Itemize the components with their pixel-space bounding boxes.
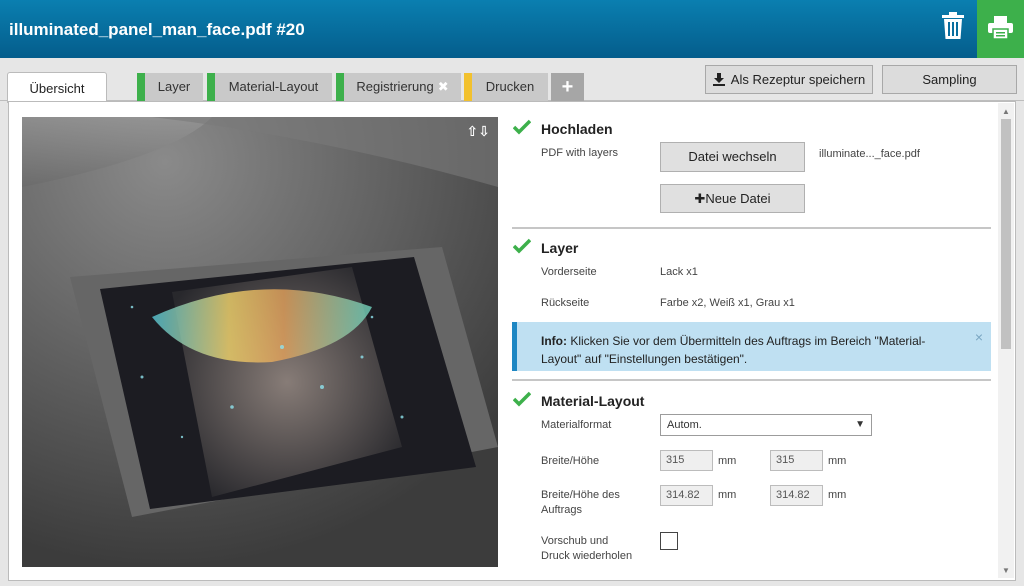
tab-print-label: Drucken bbox=[485, 79, 535, 94]
check-icon bbox=[513, 119, 531, 135]
tab-registration[interactable]: Registrierung ✖ bbox=[336, 73, 461, 101]
job-width-unit: mm bbox=[718, 489, 737, 501]
job-width-input[interactable]: 314.82 bbox=[660, 485, 713, 506]
section-divider bbox=[512, 227, 991, 229]
back-value: Farbe x2, Weiß x1, Grau x1 bbox=[660, 297, 795, 309]
repeat-label-line2: Druck wiederholen bbox=[541, 550, 633, 562]
info-bold: Info: bbox=[541, 334, 567, 348]
job-height-unit: mm bbox=[828, 489, 847, 501]
front-label: Vorderseite bbox=[541, 266, 597, 278]
info-text: Info: Klicken Sie vor dem Übermitteln de… bbox=[541, 332, 961, 368]
close-icon[interactable]: × bbox=[975, 329, 983, 345]
tab-registration-label: Registrierung bbox=[356, 79, 434, 94]
info-message: Klicken Sie vor dem Übermitteln des Auft… bbox=[541, 334, 926, 366]
width-height-label: Breite/Höhe bbox=[541, 455, 600, 467]
plus-icon: ✚ bbox=[694, 191, 706, 206]
job-size-label-line1: Breite/Höhe des bbox=[541, 489, 620, 501]
preview-canvas[interactable]: ⇧⇩ bbox=[22, 117, 498, 567]
preview-3d-scene bbox=[22, 117, 498, 567]
front-value: Lack x1 bbox=[660, 266, 698, 278]
download-icon bbox=[712, 73, 725, 86]
height-input[interactable]: 315 bbox=[770, 450, 823, 471]
scroll-up-icon[interactable]: ▲ bbox=[1002, 107, 1010, 116]
back-label: Rückseite bbox=[541, 297, 590, 309]
tab-layer[interactable]: Layer bbox=[137, 73, 203, 101]
new-file-button[interactable]: ✚Neue Datei bbox=[660, 184, 805, 213]
trash-icon[interactable] bbox=[941, 12, 965, 40]
section-divider bbox=[512, 379, 991, 381]
width-input[interactable]: 315 bbox=[660, 450, 713, 471]
tab-print[interactable]: Drucken bbox=[464, 73, 548, 101]
check-icon bbox=[513, 391, 531, 407]
scroll-down-icon[interactable]: ▼ bbox=[1002, 566, 1010, 575]
job-size-label: Breite/Höhe des Auftrags bbox=[541, 488, 620, 518]
save-recipe-label: Als Rezeptur speichern bbox=[730, 72, 866, 87]
format-value: Autom. bbox=[667, 419, 702, 431]
upload-label: PDF with layers bbox=[541, 147, 619, 159]
printer-icon bbox=[988, 16, 1013, 39]
height-unit: mm bbox=[828, 455, 847, 467]
repeat-checkbox[interactable] bbox=[660, 532, 678, 550]
app-header: illuminated_panel_man_face.pdf #20 bbox=[0, 0, 1024, 58]
upload-section-title: Hochladen bbox=[541, 121, 613, 137]
width-unit: mm bbox=[718, 455, 737, 467]
format-label: Materialformat bbox=[541, 419, 612, 431]
close-icon[interactable]: ✖ bbox=[438, 79, 449, 94]
tab-material-layout[interactable]: Material-Layout bbox=[207, 73, 332, 101]
tab-overview[interactable]: Übersicht bbox=[7, 72, 107, 103]
add-tab-button[interactable]: + bbox=[551, 73, 584, 101]
repeat-label: Vorschub und Druck wiederholen bbox=[541, 534, 632, 564]
tab-material-layout-label: Material-Layout bbox=[228, 79, 319, 94]
rotate-arrows-icon[interactable]: ⇧⇩ bbox=[467, 123, 490, 140]
chevron-down-icon: ▼ bbox=[855, 419, 865, 430]
info-banner: Info: Klicken Sie vor dem Übermitteln de… bbox=[512, 322, 991, 371]
print-button[interactable] bbox=[977, 0, 1024, 58]
document-title: illuminated_panel_man_face.pdf #20 bbox=[9, 20, 305, 39]
check-icon bbox=[513, 238, 531, 254]
change-file-button[interactable]: Datei wechseln bbox=[660, 142, 805, 172]
material-section-title: Material-Layout bbox=[541, 393, 645, 409]
repeat-label-line1: Vorschub und bbox=[541, 535, 609, 547]
material-format-select[interactable]: Autom. ▼ bbox=[660, 414, 872, 436]
file-name: illuminate..._face.pdf bbox=[819, 148, 920, 160]
save-recipe-button[interactable]: Als Rezeptur speichern bbox=[705, 65, 873, 94]
layer-section-title: Layer bbox=[541, 240, 579, 256]
sampling-button[interactable]: Sampling bbox=[882, 65, 1017, 94]
tab-layer-label: Layer bbox=[157, 79, 191, 94]
job-height-input[interactable]: 314.82 bbox=[770, 485, 823, 506]
scrollbar-thumb[interactable] bbox=[1001, 119, 1011, 349]
new-file-label: Neue Datei bbox=[705, 191, 771, 206]
job-size-label-line2: Auftrags bbox=[541, 504, 582, 516]
